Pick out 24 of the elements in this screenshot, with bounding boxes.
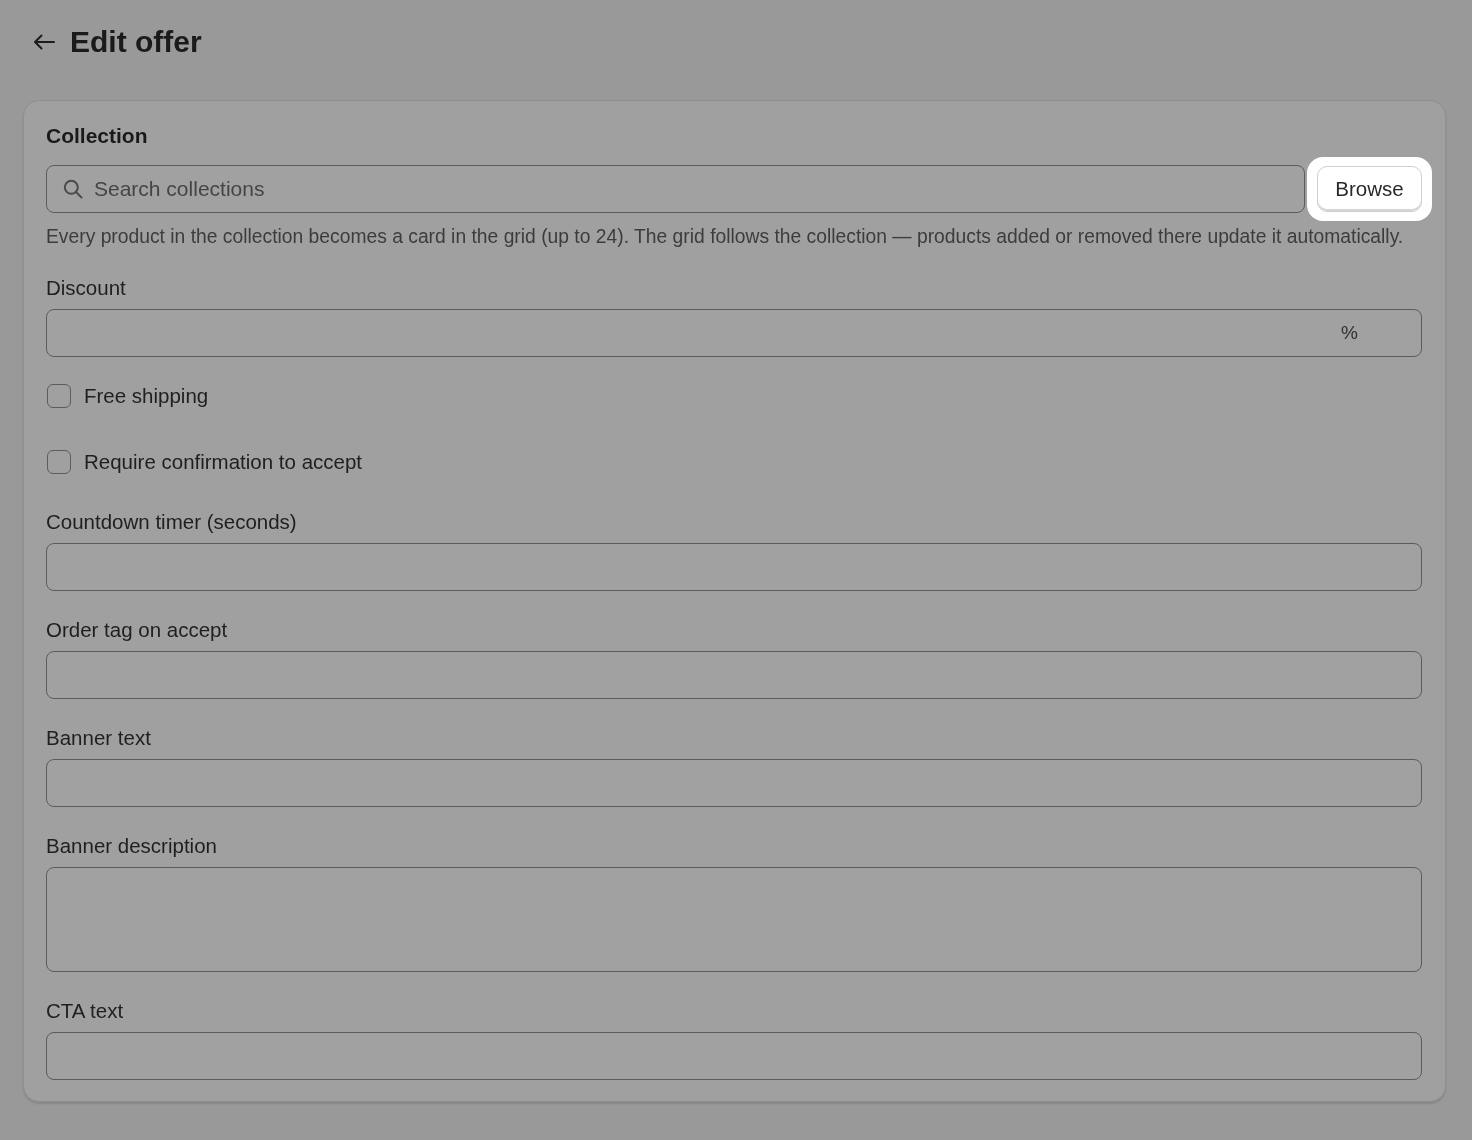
input-field[interactable] <box>46 759 1422 807</box>
input-field[interactable] <box>46 651 1422 699</box>
unit-suffix: % <box>1341 321 1358 345</box>
checkbox-label[interactable]: Free shipping <box>84 384 209 408</box>
checkbox[interactable] <box>47 384 71 408</box>
field-label: CTA text <box>46 999 125 1023</box>
back-arrow-icon <box>33 34 55 50</box>
input-field[interactable] <box>46 309 1422 357</box>
field-label: Discount <box>46 276 127 300</box>
text-area[interactable] <box>46 867 1422 972</box>
checkbox[interactable] <box>47 450 71 474</box>
field-label: Banner text <box>46 726 152 750</box>
section-label: Collection <box>46 123 149 149</box>
checkbox-label[interactable]: Require confirmation to accept <box>84 450 363 474</box>
field-label: Banner description <box>46 834 218 858</box>
search-icon <box>63 179 83 199</box>
field-label: Order tag on accept <box>46 618 229 642</box>
field-label: Countdown timer (seconds) <box>46 510 298 534</box>
help-text: Every product in the collection becomes a card in the grid (up to 24). The grid follows the collection — products added or removed there update it automatically. <box>46 225 1405 249</box>
search-field[interactable]: Search collections <box>46 165 1305 213</box>
page-title: Edit offer <box>70 24 202 60</box>
input-field[interactable] <box>46 543 1422 591</box>
browse-button[interactable]: Browse <box>1317 165 1422 212</box>
input-field[interactable] <box>46 1032 1422 1080</box>
